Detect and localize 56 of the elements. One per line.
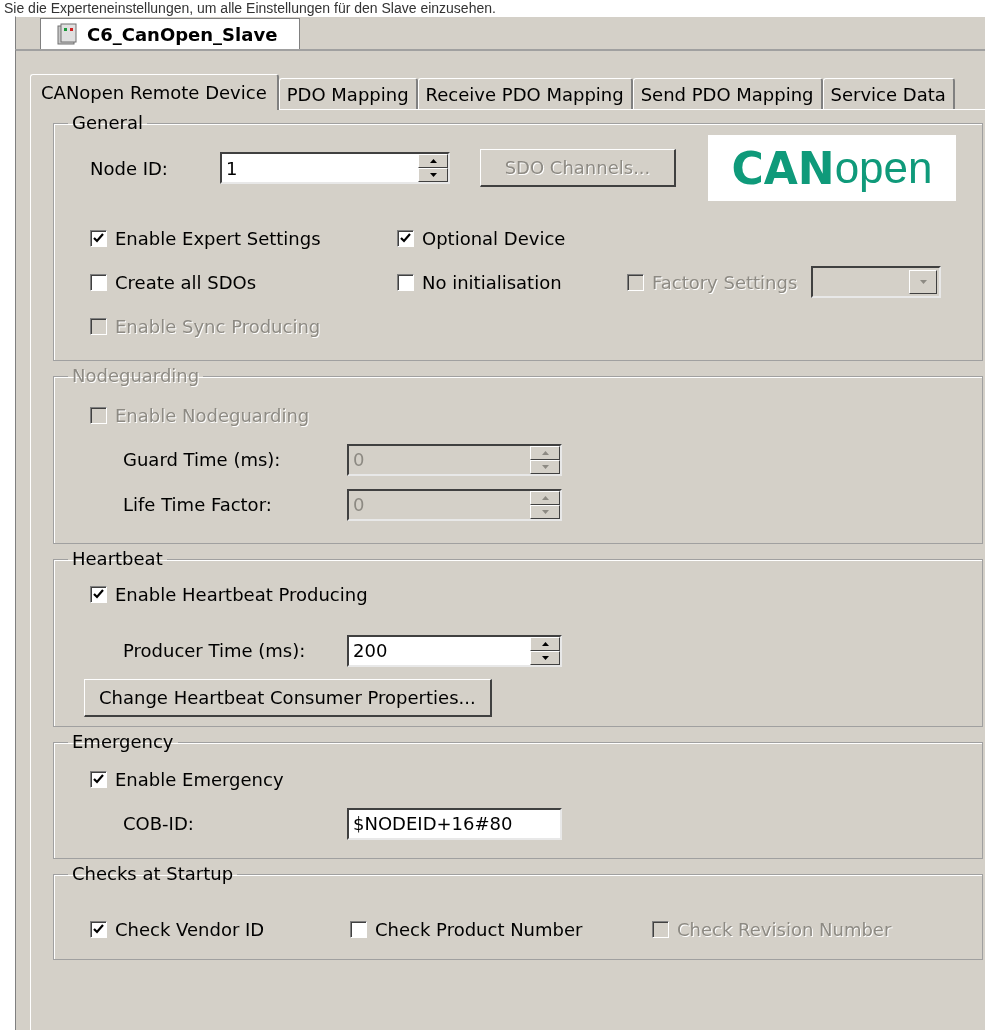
down-arrow-icon: [541, 464, 549, 469]
check-icon: [93, 924, 104, 934]
tab[interactable]: CANopen Remote Device: [30, 74, 279, 110]
up-arrow-icon: [429, 159, 437, 163]
group-title: Heartbeat: [71, 548, 164, 570]
checkbox-label[interactable]: Create all SDOs: [115, 271, 257, 293]
checkbox[interactable]: [397, 229, 414, 247]
up-arrow-icon: [541, 450, 549, 455]
up-arrow-icon: [541, 641, 549, 646]
up-arrow-icon: [541, 495, 549, 500]
checkbox-label[interactable]: No initialisation: [422, 271, 562, 293]
checkbox[interactable]: [90, 229, 107, 247]
spin-up-button[interactable]: [530, 636, 560, 651]
check-icon: [93, 774, 104, 784]
tab[interactable]: Service Data: [822, 78, 955, 109]
spin-down-button[interactable]: [418, 168, 448, 182]
field-label: Life Time Factor:: [123, 494, 273, 515]
checkbox[interactable]: [90, 273, 107, 291]
field-label: COB-ID:: [123, 813, 195, 834]
input-field[interactable]: $NODEID+16#80: [347, 807, 562, 840]
checkbox-label[interactable]: Check Vendor ID: [115, 918, 265, 940]
group-title: Nodeguarding: [71, 365, 201, 387]
down-arrow-icon: [429, 173, 437, 177]
down-arrow-icon: [541, 509, 549, 514]
checkbox-label[interactable]: Optional Device: [422, 227, 566, 249]
checkbox[interactable]: [397, 273, 414, 291]
check-icon: [93, 589, 104, 599]
group-title: Checks at Startup: [71, 863, 235, 885]
checkbox[interactable]: [350, 920, 367, 938]
spin-field[interactable]: 200: [347, 634, 562, 667]
checkbox-label[interactable]: Check Product Number: [375, 918, 583, 940]
spin-up-button[interactable]: [418, 154, 448, 168]
checkbox[interactable]: [90, 585, 107, 603]
checkbox-label[interactable]: Enable Heartbeat Producing: [115, 583, 368, 605]
group-title: General: [71, 112, 144, 134]
spin-field[interactable]: 1: [220, 152, 450, 184]
group-title: Emergency: [71, 731, 175, 753]
checkbox-label[interactable]: Enable Expert Settings: [115, 227, 321, 249]
tab[interactable]: Receive PDO Mapping: [417, 78, 633, 109]
field-label: Guard Time (ms):: [123, 449, 282, 470]
tab[interactable]: Send PDO Mapping: [632, 78, 823, 109]
check-icon: [400, 233, 411, 243]
checkbox[interactable]: [90, 920, 107, 938]
down-arrow-icon: [919, 280, 927, 284]
checkbox[interactable]: [90, 770, 107, 788]
check-icon: [93, 233, 104, 243]
document-tab[interactable]: C6_CanOpen_Slave: [40, 18, 301, 49]
field-label: Producer Time (ms):: [123, 640, 307, 661]
device-icon: [57, 23, 77, 45]
down-arrow-icon: [541, 655, 549, 660]
field-label: Node ID:: [90, 157, 169, 179]
tab[interactable]: PDO Mapping: [278, 78, 418, 109]
canopen-logo: CANopen: [708, 135, 956, 201]
change-heartbeat-consumer-button[interactable]: Change Heartbeat Consumer Properties...: [84, 679, 492, 717]
checkbox-label[interactable]: Enable Emergency: [115, 768, 284, 790]
caption-text: Sie die Experteneinstellungen, um alle Einstellungen für den Slave einzusehen.: [3, 0, 497, 16]
